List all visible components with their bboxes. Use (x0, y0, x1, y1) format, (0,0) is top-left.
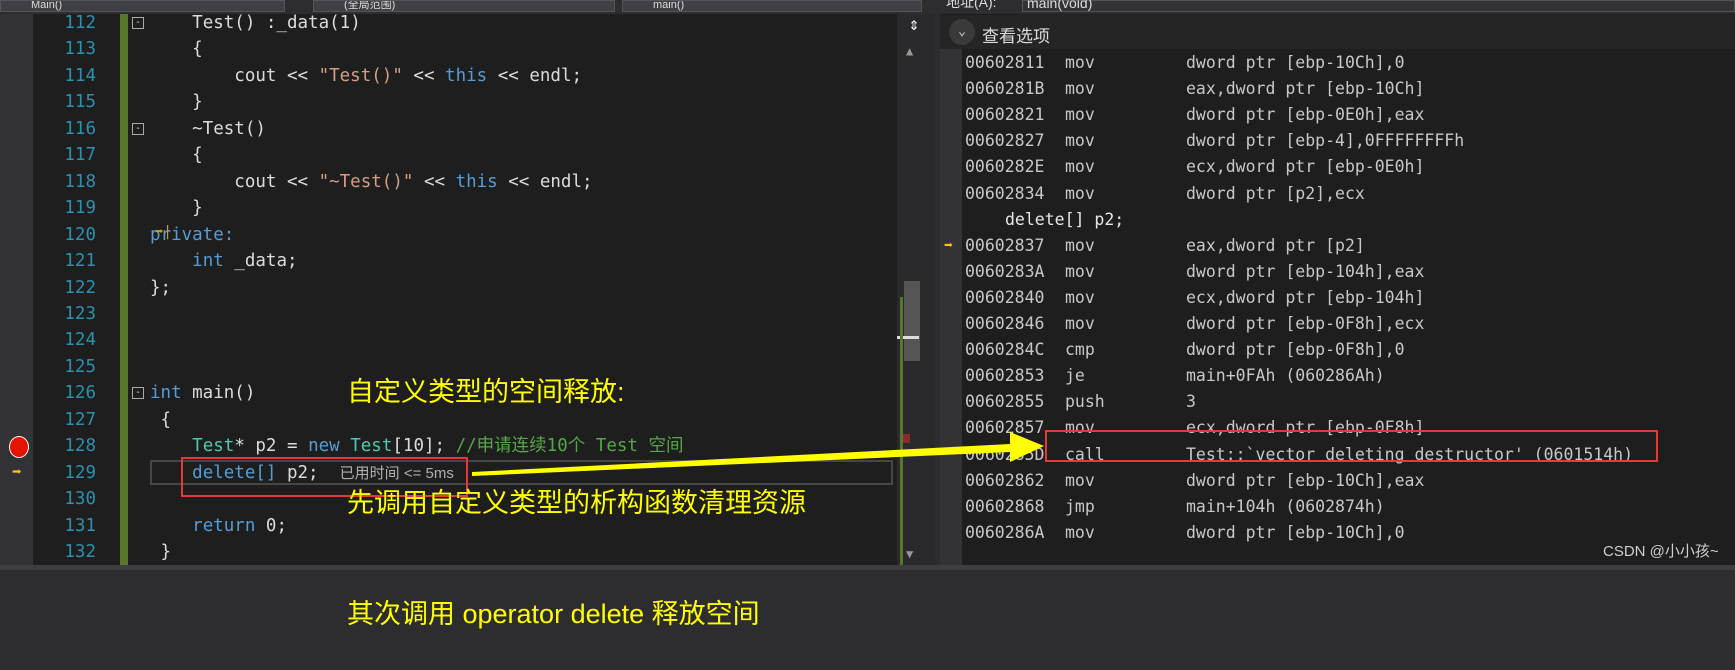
watermark: CSDN @小小孩~ (1603, 543, 1719, 560)
annotation-line: 其次调用 operator delete 释放空间 (347, 599, 760, 629)
arrow-overlay (472, 432, 1044, 476)
horizontal-scrollbar[interactable] (0, 565, 1735, 570)
yellow-arrow (472, 432, 1044, 476)
